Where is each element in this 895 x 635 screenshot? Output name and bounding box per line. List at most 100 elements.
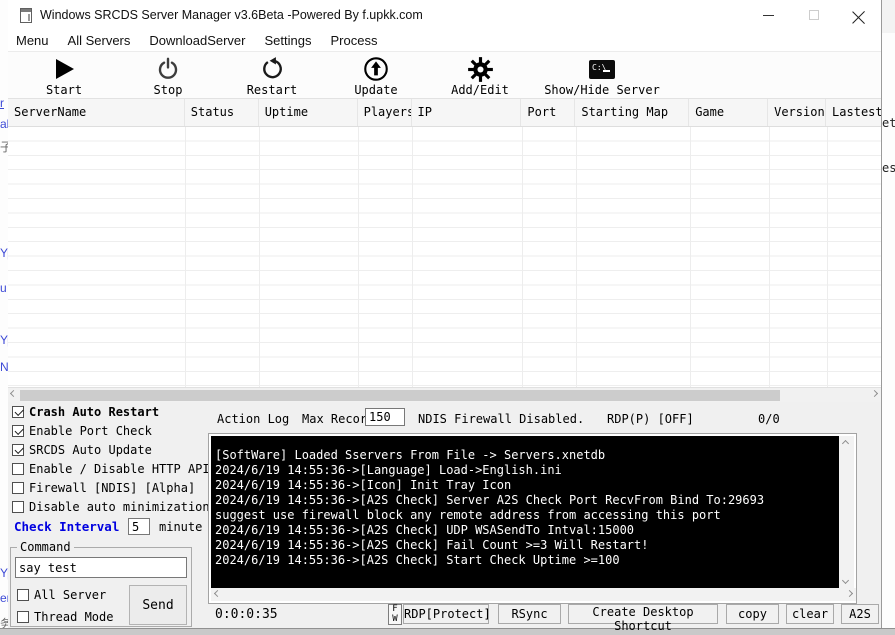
uptime-timer: 0:0:0:35 <box>215 607 278 622</box>
checkbox-icon <box>12 501 24 513</box>
scroll-left-icon[interactable] <box>9 389 18 398</box>
log-line: 2024/6/19 14:55:36->[Icon] Init Tray Ico… <box>215 478 512 492</box>
start-button[interactable]: Start <box>12 52 116 98</box>
column-divider <box>358 127 359 387</box>
background-fragment: N <box>0 360 8 374</box>
scroll-right-icon[interactable] <box>870 389 879 398</box>
column-divider <box>259 127 260 387</box>
menu-item-downloadserver[interactable]: DownloadServer <box>149 33 245 48</box>
toolbar-label: Stop <box>153 83 183 97</box>
fw-toggle-button[interactable]: F W <box>388 604 402 625</box>
counter-text: 0/0 <box>758 412 780 426</box>
column-divider <box>185 127 186 387</box>
column-divider <box>769 127 770 387</box>
stop-button[interactable]: Stop <box>116 52 220 98</box>
checkbox-all-server[interactable]: All Server <box>17 587 106 603</box>
max-records-input[interactable] <box>365 408 405 426</box>
log-vertical-scrollbar[interactable] <box>839 436 854 588</box>
power-icon <box>155 54 181 84</box>
server-table-body <box>8 127 881 387</box>
checkbox-firewall-ndis[interactable]: Firewall [NDIS] [Alpha] <box>12 480 195 496</box>
command-input[interactable] <box>15 557 187 578</box>
clear-button[interactable]: clear <box>786 604 834 624</box>
menu-item-menu[interactable]: Menu <box>16 33 49 48</box>
column-header-status[interactable]: Status <box>185 99 259 126</box>
menu-item-all-servers[interactable]: All Servers <box>68 33 131 48</box>
column-header-players[interactable]: Players <box>358 99 412 126</box>
column-header-version[interactable]: Version <box>768 99 827 126</box>
menu-item-process[interactable]: Process <box>330 33 377 48</box>
title-bar: Windows SRCDS Server Manager v3.6Beta -P… <box>8 0 881 30</box>
log-line: suggest use firewall block any remote ad… <box>215 508 721 522</box>
check-interval-unit: minute <box>159 519 203 534</box>
checkbox-crash-auto-restart[interactable]: Crash Auto Restart <box>12 404 159 420</box>
checkbox-icon <box>12 482 24 494</box>
action-log-label: Action Log <box>217 412 290 426</box>
check-interval-row: Check Interval minute <box>14 518 202 535</box>
background-fragment: Yp <box>0 333 8 347</box>
gear-icon <box>467 54 494 84</box>
log-line: [SoftWare] Loaded Sservers From File -> … <box>215 448 606 462</box>
column-header-game[interactable]: Game <box>689 99 769 126</box>
checkbox-label: Disable auto minimization <box>29 500 210 514</box>
a2s-button[interactable]: A2S <box>841 604 879 624</box>
close-button[interactable] <box>836 0 881 30</box>
menu-item-settings[interactable]: Settings <box>265 33 312 48</box>
play-icon <box>51 54 77 84</box>
rsync-button[interactable]: RSync <box>498 604 561 624</box>
log-horizontal-scrollbar[interactable] <box>211 588 856 601</box>
show-hide-server-button[interactable]: Show/Hide Server <box>532 52 672 98</box>
scroll-right-icon[interactable] <box>845 589 854 598</box>
maximize-button[interactable] <box>791 0 836 30</box>
minimize-button[interactable] <box>746 0 791 30</box>
update-button[interactable]: Update <box>324 52 428 98</box>
scroll-down-icon[interactable] <box>841 576 850 585</box>
app-icon <box>20 7 32 23</box>
checkbox-disable-auto-minimization[interactable]: Disable auto minimization <box>12 499 210 515</box>
column-header-starting-map[interactable]: Starting Map <box>575 99 690 126</box>
console-icon <box>589 54 615 84</box>
checkbox-icon <box>17 589 29 601</box>
checkbox-srcds-auto-update[interactable]: SRCDS Auto Update <box>12 442 152 458</box>
column-divider <box>522 127 523 387</box>
column-header-uptime[interactable]: Uptime <box>259 99 358 126</box>
background-fragment: Yp <box>0 566 8 580</box>
check-interval-input[interactable] <box>128 518 150 535</box>
background-fragment: 子 <box>0 140 8 154</box>
toolbar-label: Start <box>45 83 83 97</box>
copy-button[interactable]: copy <box>726 604 779 624</box>
checkbox-http-api[interactable]: Enable / Disable HTTP API <box>12 461 210 477</box>
window-title: Windows SRCDS Server Manager v3.6Beta -P… <box>40 8 423 22</box>
column-header-lastest[interactable]: Lastest <box>826 99 881 126</box>
background-fragment: et <box>882 116 895 130</box>
column-divider <box>576 127 577 387</box>
column-header-port[interactable]: Port <box>521 99 576 126</box>
scrollbar-thumb[interactable] <box>20 390 780 401</box>
add-edit-button[interactable]: Add/Edit <box>428 52 532 98</box>
bottom-panel: Crash Auto Restart Enable Port Check SRC… <box>8 402 881 633</box>
server-table-header: ServerName Status Uptime Players IP Port… <box>8 99 881 127</box>
menu-bar: Menu All Servers DownloadServer Settings… <box>8 30 881 52</box>
checkbox-label: All Server <box>34 588 107 602</box>
scroll-left-icon[interactable] <box>213 589 222 598</box>
close-icon <box>852 9 865 22</box>
create-desktop-shortcut-button[interactable]: Create Desktop Shortcut <box>568 604 718 633</box>
checkbox-label: Enable Port Check <box>29 424 152 438</box>
log-line: 2024/6/19 14:55:36->[A2S Check] Fail Cou… <box>215 538 649 552</box>
checkbox-enable-port-check[interactable]: Enable Port Check <box>12 423 152 439</box>
log-line: 2024/6/19 14:55:36->[A2S Check] UDP WSAS… <box>215 523 635 537</box>
rdp-protect-button[interactable]: RDP[Protect] <box>403 604 491 624</box>
column-divider <box>827 127 828 387</box>
restart-button[interactable]: Restart <box>220 52 324 98</box>
checkbox-icon <box>12 444 24 456</box>
table-horizontal-scrollbar[interactable] <box>8 387 881 402</box>
checkbox-label: Enable / Disable HTTP API <box>29 462 210 476</box>
scroll-up-icon[interactable] <box>841 439 850 448</box>
column-header-servername[interactable]: ServerName <box>8 99 185 126</box>
background-fragment: r <box>0 96 4 110</box>
background-fragment: 务 <box>0 617 8 628</box>
checkbox-icon <box>12 463 24 475</box>
column-header-ip[interactable]: IP <box>412 99 522 126</box>
toolbar-label: Restart <box>246 83 298 97</box>
window-controls <box>746 0 881 30</box>
